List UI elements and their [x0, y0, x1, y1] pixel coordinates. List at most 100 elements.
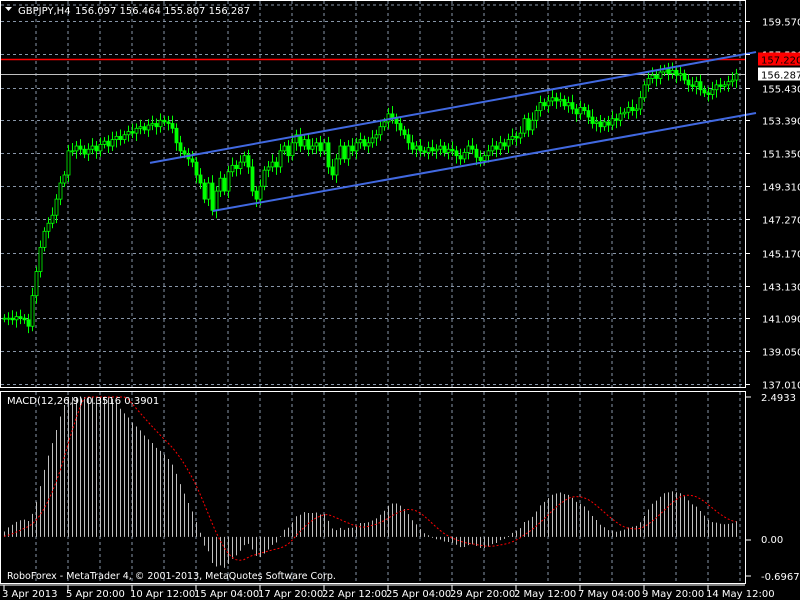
time-tick-label: 17 Apr 20:00 — [258, 589, 323, 600]
candle — [94, 141, 99, 159]
candle — [558, 92, 563, 107]
candle — [34, 266, 39, 304]
candle — [518, 126, 523, 144]
candle — [494, 141, 499, 158]
candle — [422, 146, 427, 157]
candle — [574, 104, 579, 122]
candle — [722, 80, 727, 91]
candle — [146, 119, 151, 137]
candle — [394, 113, 399, 132]
symbol-label: GBPJPY,H4 — [18, 6, 71, 17]
candle — [74, 141, 79, 159]
candle — [210, 175, 215, 216]
candle — [510, 128, 515, 145]
candle — [50, 207, 55, 229]
candle — [118, 129, 123, 146]
time-tick-label: 25 Apr 04:00 — [386, 589, 451, 600]
candle — [26, 313, 31, 334]
candle — [214, 186, 219, 219]
candle — [538, 95, 543, 117]
candle — [298, 127, 303, 152]
candle — [438, 139, 443, 156]
candle — [530, 112, 535, 135]
candle — [302, 135, 307, 151]
price-tick-label: 159.570 — [762, 18, 800, 29]
time-tick-label: 5 Apr 20:00 — [66, 589, 125, 600]
candle — [502, 138, 507, 151]
price-tick-label: 141.090 — [762, 315, 800, 326]
candle — [286, 140, 291, 163]
candle — [314, 137, 319, 154]
candle — [598, 114, 603, 133]
trendlines[interactable] — [149, 51, 757, 213]
candle — [294, 129, 299, 151]
candle — [546, 95, 551, 113]
candle — [138, 119, 143, 135]
horizontal-lines[interactable] — [1, 58, 745, 75]
time-tick-label: 2 May 12:00 — [514, 589, 576, 600]
candle — [234, 160, 239, 177]
candle — [714, 79, 719, 98]
candle — [54, 194, 59, 224]
candle — [346, 140, 351, 166]
candle — [198, 168, 203, 189]
candle — [142, 122, 147, 134]
candle — [310, 138, 315, 155]
candle — [734, 68, 739, 88]
candle — [398, 116, 403, 136]
candle — [650, 67, 655, 84]
candle — [478, 150, 483, 167]
time-tick-label: 22 Apr 12:00 — [322, 589, 387, 600]
candle — [2, 314, 7, 323]
candle — [266, 160, 271, 178]
candle — [586, 104, 591, 124]
candle — [594, 116, 599, 132]
time-tick-label: 10 Apr 12:00 — [130, 589, 195, 600]
candle — [706, 86, 711, 102]
candle — [390, 105, 395, 124]
candle — [622, 108, 627, 118]
candle — [362, 135, 367, 151]
candle — [638, 90, 643, 115]
candle — [414, 141, 419, 158]
candle — [702, 85, 707, 97]
candle — [226, 165, 231, 198]
candle — [238, 155, 243, 175]
candle — [566, 96, 571, 113]
candle — [526, 112, 531, 137]
candle — [102, 137, 107, 149]
chart-window[interactable]: 159.570157.530155.430153.390151.350149.3… — [0, 0, 800, 600]
candle — [630, 99, 635, 116]
candle — [86, 143, 91, 161]
candle — [634, 104, 639, 119]
candle — [174, 123, 179, 151]
candle — [402, 125, 407, 139]
copyright-text: RoboForex - MetaTrader 4, © 2001-2013, M… — [7, 571, 336, 582]
candle — [674, 65, 679, 84]
candle — [562, 95, 567, 110]
candle — [670, 62, 675, 79]
candle — [338, 139, 343, 165]
candle — [506, 133, 511, 153]
candle — [446, 143, 451, 160]
candle — [306, 133, 311, 157]
candle — [462, 148, 467, 163]
macd-axis-top: 2.4933 — [761, 393, 796, 404]
time-tick-label: 3 Apr 2013 — [2, 589, 57, 600]
candle — [618, 106, 623, 127]
candle — [46, 217, 51, 239]
candle — [258, 179, 263, 206]
candle — [418, 139, 423, 157]
dropdown-triangle-icon[interactable] — [5, 7, 12, 11]
candle — [38, 240, 43, 278]
candle — [202, 179, 207, 204]
price-tick-label: 151.350 — [762, 150, 800, 161]
candle — [106, 135, 111, 153]
candle — [378, 119, 383, 141]
macd-signal-path — [3, 396, 737, 561]
candles — [2, 62, 739, 334]
candle — [678, 66, 683, 82]
candle — [726, 75, 731, 92]
candle — [334, 153, 339, 183]
candle — [426, 141, 431, 160]
